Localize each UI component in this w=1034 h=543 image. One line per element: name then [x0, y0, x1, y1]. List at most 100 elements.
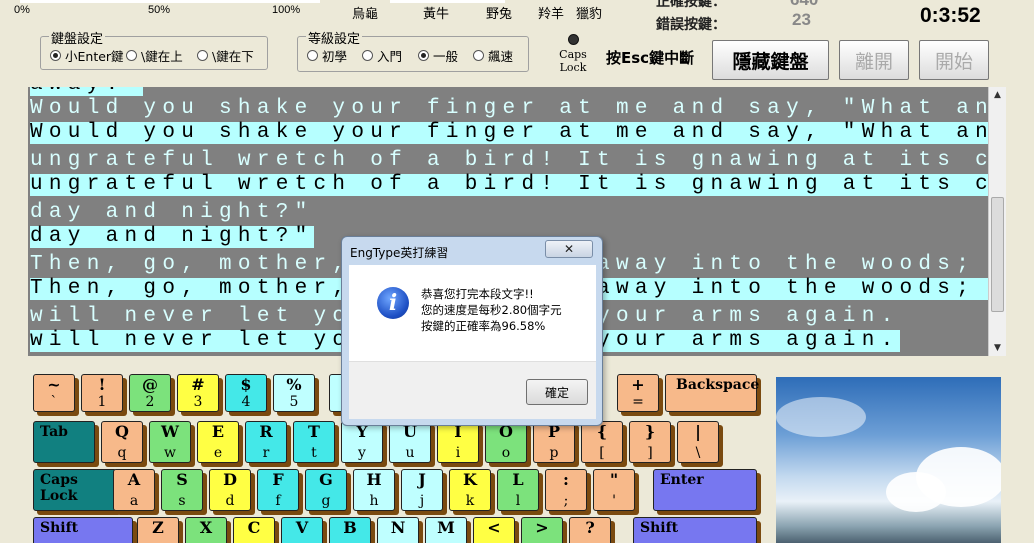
- key-i[interactable]: Ii: [437, 421, 479, 463]
- key-t[interactable]: Tt: [293, 421, 335, 463]
- key-:[interactable]: :;: [545, 469, 587, 511]
- key-e[interactable]: Ee: [197, 421, 239, 463]
- key-0[interactable]: ~ `: [33, 374, 75, 412]
- key-f[interactable]: Ff: [257, 469, 299, 511]
- key-lower-label: e: [213, 445, 223, 461]
- key-?[interactable]: ?: [569, 517, 611, 543]
- level-settings-title: 等級設定: [306, 28, 363, 47]
- leave-button[interactable]: 離開: [839, 40, 909, 80]
- key-upper-label: ~: [47, 375, 61, 394]
- key-lower-label: \: [695, 445, 701, 461]
- key-[[interactable]: {[: [581, 421, 623, 463]
- key-upper-label: A: [127, 470, 141, 489]
- key-<[interactable]: <: [473, 517, 515, 543]
- key-label: Backspace: [676, 377, 760, 393]
- animal-hare: 野兔: [486, 7, 513, 22]
- radio-backslash-top[interactable]: \鍵在上: [126, 46, 183, 65]
- key-upper-label: W: [161, 422, 179, 441]
- dialog-ok-button[interactable]: 確定: [526, 379, 588, 405]
- shift-right-key[interactable]: Shift: [633, 517, 757, 543]
- key-y[interactable]: Yy: [341, 421, 383, 463]
- key-upper-label: K: [463, 470, 477, 489]
- hide-keyboard-button[interactable]: 隱藏鍵盤: [712, 40, 829, 80]
- key-n[interactable]: N: [377, 517, 419, 543]
- key-s[interactable]: Ss: [161, 469, 203, 511]
- key-lower-label: t: [311, 445, 317, 461]
- key-d[interactable]: Dd: [209, 469, 251, 511]
- dialog-close-button[interactable]: ✕: [545, 240, 593, 258]
- key-r[interactable]: Rr: [245, 421, 287, 463]
- scroll-up-icon[interactable]: ▲: [989, 87, 1006, 103]
- key-j[interactable]: Jj: [401, 469, 443, 511]
- key-upper-label: $: [240, 375, 252, 394]
- key-lower-label: w: [164, 445, 176, 461]
- animal-cheetah: 獵豹: [576, 7, 603, 22]
- radio-label: 入門: [377, 49, 403, 64]
- key-q[interactable]: Qq: [101, 421, 143, 463]
- key-p[interactable]: Pp: [533, 421, 575, 463]
- radio-level-speed[interactable]: 飆速: [473, 46, 513, 65]
- key-g[interactable]: Gg: [305, 469, 347, 511]
- radio-level-beginner[interactable]: 初學: [307, 46, 347, 65]
- shift-left-key[interactable]: Shift: [33, 517, 133, 543]
- key-label: Shift: [40, 520, 79, 536]
- tab-key[interactable]: Tab: [33, 421, 95, 463]
- animal-antelope: 羚羊: [538, 7, 565, 22]
- key-5[interactable]: % 5: [273, 374, 315, 412]
- animal-ox: 黃牛: [423, 7, 450, 22]
- key-upper-label: ?: [585, 518, 595, 537]
- key-v[interactable]: V: [281, 517, 323, 543]
- key-z[interactable]: Z: [137, 517, 179, 543]
- scroll-down-icon[interactable]: ▼: [989, 340, 1006, 356]
- cloud-shape: [886, 472, 946, 512]
- caps-lock-key[interactable]: Caps Lock: [33, 469, 117, 511]
- key-k[interactable]: Kk: [449, 469, 491, 511]
- radio-level-entry[interactable]: 入門: [362, 46, 402, 65]
- key-"[interactable]: " ': [593, 469, 635, 511]
- key-][interactable]: }]: [629, 421, 671, 463]
- key-lower-label: r: [262, 445, 270, 461]
- key-lower-label: 1: [97, 394, 107, 410]
- key-lower-label: u: [405, 445, 415, 461]
- typing-scrollbar[interactable]: ▲ ▼: [988, 87, 1006, 356]
- key-1[interactable]: ! 1: [81, 374, 123, 412]
- key-o[interactable]: Oo: [485, 421, 527, 463]
- key-lower-label: j: [419, 493, 425, 509]
- key-4[interactable]: $4: [225, 374, 267, 412]
- scroll-thumb[interactable]: [991, 197, 1004, 312]
- key-m[interactable]: M: [425, 517, 467, 543]
- key-upper-label: <: [487, 518, 501, 537]
- key-upper-label: Q: [115, 422, 129, 441]
- key-3[interactable]: #3: [177, 374, 219, 412]
- key-upper-label: S: [176, 470, 188, 489]
- key-label: Caps Lock: [40, 472, 78, 504]
- key-w[interactable]: Ww: [149, 421, 191, 463]
- enter-key[interactable]: Enter: [653, 469, 757, 511]
- caps-lock-indicator-icon: [568, 34, 579, 45]
- start-button[interactable]: 開始: [919, 40, 989, 80]
- key-upper-label: E: [211, 422, 225, 441]
- key-c[interactable]: C: [233, 517, 275, 543]
- key-\[interactable]: | \: [677, 421, 719, 463]
- key-lower-label: y: [358, 445, 366, 461]
- key-l[interactable]: Ll: [497, 469, 539, 511]
- key-h[interactable]: Hh: [353, 469, 395, 511]
- radio-level-normal[interactable]: 一般: [418, 46, 458, 65]
- key-u[interactable]: Uu: [389, 421, 431, 463]
- key-b[interactable]: B: [329, 517, 371, 543]
- radio-small-enter[interactable]: 小Enter鍵: [50, 46, 124, 65]
- backspace-key[interactable]: Backspace: [665, 374, 760, 412]
- key-upper-label: F: [272, 470, 284, 489]
- key-6[interactable]: + =: [617, 374, 659, 412]
- key-lower-label: i: [455, 445, 461, 461]
- key-lower-label: `: [50, 394, 58, 410]
- typed-line-2: ungrateful wretch of a bird! It is gnawi…: [30, 174, 988, 196]
- radio-dot: [473, 50, 484, 61]
- key-lower-label: l: [515, 493, 521, 509]
- key-a[interactable]: Aa: [113, 469, 155, 511]
- key-2[interactable]: @2: [129, 374, 171, 412]
- radio-backslash-bottom[interactable]: \鍵在下: [197, 46, 254, 65]
- key->[interactable]: >: [521, 517, 563, 543]
- animal-turtle: 烏龜: [352, 7, 379, 22]
- key-x[interactable]: X: [185, 517, 227, 543]
